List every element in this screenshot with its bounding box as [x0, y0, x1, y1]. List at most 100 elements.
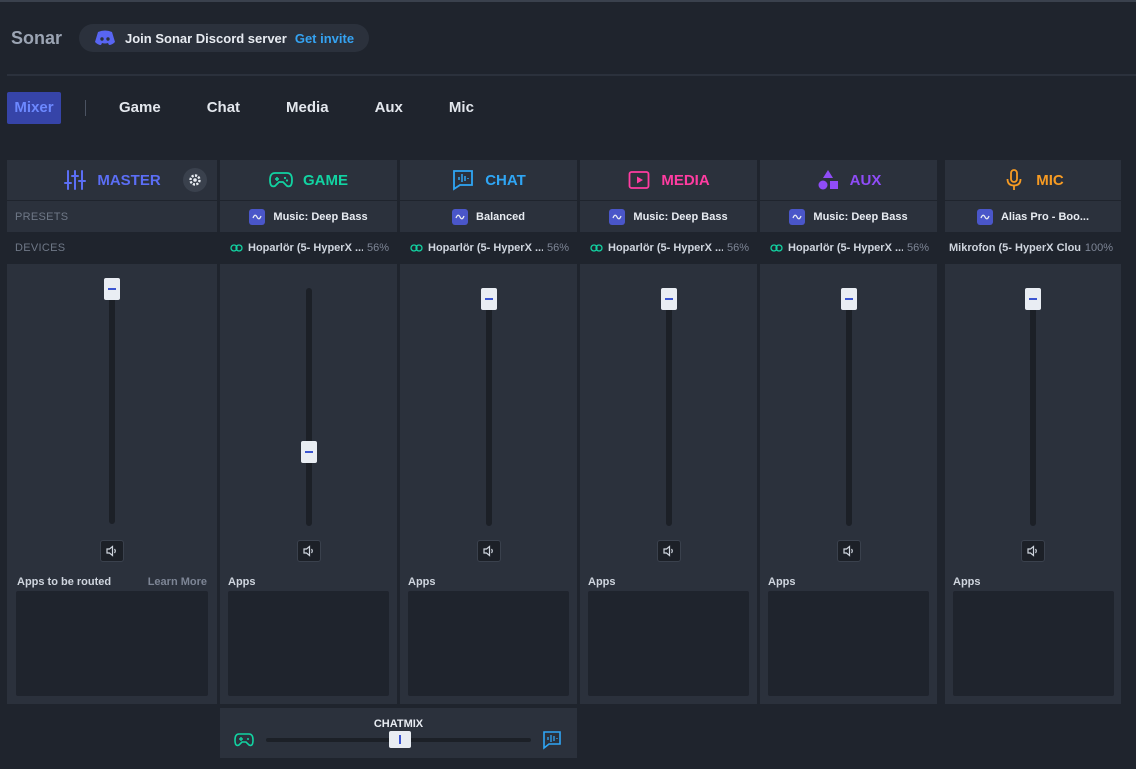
master-body: Apps to be routed Learn More	[7, 264, 217, 704]
chatmix-panel: CHATMIX	[220, 708, 577, 758]
mic-header: MIC	[945, 160, 1121, 200]
game-device-percent: 56%	[366, 242, 389, 254]
tab-mic[interactable]: Mic	[441, 92, 482, 124]
mic-title: MIC	[1036, 171, 1064, 189]
aux-apps-dropzone[interactable]	[768, 591, 929, 696]
aux-device-percent: 56%	[906, 242, 929, 254]
speaker-icon	[106, 545, 116, 557]
tab-game[interactable]: Game	[111, 92, 169, 124]
game-volume-thumb[interactable]	[301, 441, 317, 463]
mic-mute-button[interactable]	[1021, 540, 1045, 562]
media-preset-selector[interactable]: Music: Deep Bass	[580, 200, 757, 232]
header-divider	[7, 74, 1136, 76]
chat-column: CHAT Balanced Hoparlör (5- HyperX ... 56…	[400, 160, 577, 704]
game-apps-dropzone[interactable]	[228, 591, 389, 696]
media-volume-track[interactable]	[666, 288, 672, 526]
master-volume-track[interactable]	[109, 284, 115, 524]
media-apps-dropzone[interactable]	[588, 591, 749, 696]
media-device-name: Hoparlör (5- HyperX ...	[608, 242, 723, 254]
chat-preset-label: Balanced	[476, 210, 525, 223]
chat-mute-button[interactable]	[477, 540, 501, 562]
preset-wave-icon	[980, 214, 990, 219]
link-icon	[770, 244, 783, 252]
game-preset-selector[interactable]: Music: Deep Bass	[220, 200, 397, 232]
link-icon	[410, 244, 423, 252]
media-mute-button[interactable]	[657, 540, 681, 562]
chatmix-thumb[interactable]	[389, 731, 411, 748]
chatmix-label: CHATMIX	[373, 718, 424, 730]
aux-device-selector[interactable]: Hoparlör (5- HyperX ... 56%	[760, 232, 937, 264]
chat-title: CHAT	[485, 171, 526, 189]
preset-wave-icon	[252, 214, 263, 219]
chat-preset-selector[interactable]: Balanced	[400, 200, 577, 232]
mic-preset-selector[interactable]: Alias Pro - Boo...	[945, 200, 1121, 232]
shapes-icon	[816, 168, 840, 192]
game-volume-track[interactable]	[306, 288, 312, 526]
master-volume-thumb[interactable]	[104, 278, 120, 300]
mic-volume-thumb[interactable]	[1025, 288, 1041, 310]
chat-device-selector[interactable]: Hoparlör (5- HyperX ... 56%	[400, 232, 577, 264]
game-column: GAME Music: Deep Bass Hoparlör (5- Hyper…	[220, 160, 397, 704]
chat-header: CHAT	[400, 160, 577, 200]
aux-device-name: Hoparlör (5- HyperX ...	[788, 242, 903, 254]
master-mute-button[interactable]	[100, 540, 124, 562]
preset-icon	[452, 208, 469, 225]
aux-header: AUX	[760, 160, 937, 200]
game-device-selector[interactable]: Hoparlör (5- HyperX ... 56%	[220, 232, 397, 264]
discord-invite-banner[interactable]: Join Sonar Discord server Get invite	[79, 24, 370, 52]
aux-preset-selector[interactable]: Music: Deep Bass	[760, 200, 937, 232]
gamepad-icon	[234, 733, 254, 747]
mic-device-percent: 100%	[1084, 242, 1113, 254]
aux-volume-track[interactable]	[846, 288, 852, 526]
tab-chat[interactable]: Chat	[199, 92, 248, 124]
media-volume-thumb[interactable]	[661, 288, 677, 310]
link-icon	[590, 244, 603, 252]
get-invite-link[interactable]: Get invite	[295, 31, 354, 46]
game-preset-label: Music: Deep Bass	[273, 210, 368, 223]
devices-label: DEVICES	[15, 242, 66, 254]
mic-column: MIC Alias Pro - Boo... Mikrofon (5- Hype…	[945, 160, 1121, 704]
mic-device-name: Mikrofon (5- HyperX Clou...	[949, 242, 1081, 254]
game-title: GAME	[303, 171, 348, 189]
sliders-icon	[63, 168, 87, 192]
link-icon	[230, 244, 243, 252]
media-preset-label: Music: Deep Bass	[633, 210, 728, 223]
aux-mute-button[interactable]	[837, 540, 861, 562]
chat-apps-dropzone[interactable]	[408, 591, 569, 696]
mic-volume-track[interactable]	[1030, 288, 1036, 526]
gear-icon	[189, 174, 201, 186]
apps-to-be-routed-label: Apps to be routed	[17, 576, 112, 588]
media-device-selector[interactable]: Hoparlör (5- HyperX ... 56%	[580, 232, 757, 264]
game-mute-button[interactable]	[297, 540, 321, 562]
chat-device-name: Hoparlör (5- HyperX ...	[428, 242, 543, 254]
speaker-icon	[483, 545, 493, 557]
chat-wave-icon	[543, 731, 561, 750]
master-header: MASTER	[7, 160, 217, 200]
link-icon	[410, 244, 423, 252]
learn-more-link[interactable]: Learn More	[148, 576, 207, 588]
preset-wave-icon	[612, 214, 623, 219]
speaker-icon	[303, 545, 313, 557]
tab-mixer[interactable]: Mixer	[7, 92, 61, 124]
speaker-icon	[1027, 545, 1037, 557]
mic-device-selector[interactable]: Mikrofon (5- HyperX Clou... 100%	[945, 232, 1121, 264]
microphone-icon	[1002, 168, 1026, 192]
aux-apps-label: Apps	[768, 576, 796, 588]
master-apps-dropzone[interactable]	[16, 591, 208, 696]
preset-icon	[609, 208, 626, 225]
chat-device-percent: 56%	[546, 242, 569, 254]
aux-title: AUX	[849, 171, 882, 189]
tab-aux[interactable]: Aux	[367, 92, 411, 124]
window-top-border	[0, 0, 1136, 2]
media-column: MEDIA Music: Deep Bass Hoparlör (5- Hype…	[580, 160, 757, 704]
mic-apps-dropzone[interactable]	[953, 591, 1114, 696]
settings-gear-button[interactable]	[183, 168, 207, 192]
aux-volume-thumb[interactable]	[841, 288, 857, 310]
discord-icon	[94, 30, 116, 46]
speaker-icon	[843, 545, 853, 557]
chat-volume-thumb[interactable]	[481, 288, 497, 310]
header: Sonar Join Sonar Discord server Get invi…	[11, 24, 370, 52]
tab-media[interactable]: Media	[278, 92, 337, 124]
game-header: GAME	[220, 160, 397, 200]
chat-volume-track[interactable]	[486, 288, 492, 526]
